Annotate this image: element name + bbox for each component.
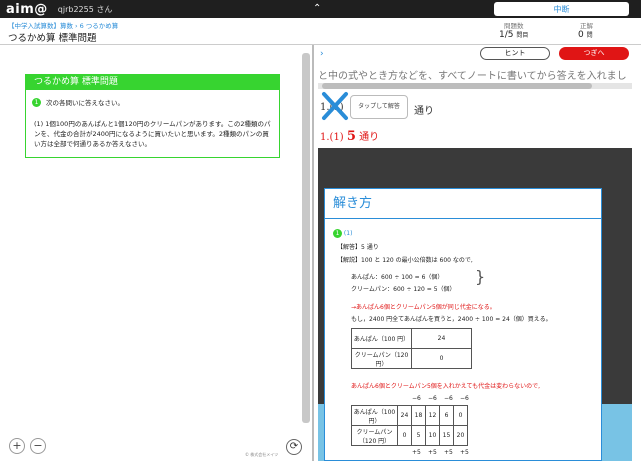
solution-table-1: あんぱん（100 円） 24 クリームパン（120 円） 0	[351, 328, 472, 369]
page-title: つるかめ算 標準問題	[8, 33, 97, 44]
pause-button[interactable]: 中断	[494, 2, 629, 16]
solution-table-2: あんぱん（100 円） 24 18 12 6 0 クリームパン（120 円） 0…	[351, 405, 468, 446]
copyright-text: © 株式会社メイツ	[245, 452, 279, 457]
minus-label: −6	[428, 395, 437, 402]
page-header: 【中学入試算数】算数 › 6 つるかめ算 つるかめ算 標準問題 問題数 1/5 問目…	[0, 18, 641, 45]
zoom-out-button[interactable]: −	[30, 438, 46, 454]
chevron-right-icon: ›	[75, 22, 78, 30]
breadcrumb-link-subject[interactable]: 【中学入試算数】算数	[8, 22, 73, 30]
solution-answer: 【解答】5 通り	[337, 244, 379, 251]
question-count-label: 問題数	[504, 22, 524, 30]
question-instruction-text: 次の各問いに答えなさい。	[46, 99, 124, 107]
calc-anpan: あんぱん：600 ÷ 100 = 6（個）	[351, 274, 444, 281]
question-card: つるかめ算 標準問題 1 次の各問いに答えなさい。 (1) 1個100円のあんぱ…	[25, 74, 280, 158]
plus-label: +5	[444, 449, 453, 456]
solution-number: 1 (1)	[333, 229, 352, 238]
correct-count-label: 正解	[580, 22, 593, 30]
breadcrumb: 【中学入試算数】算数 › 6 つるかめ算	[8, 20, 118, 30]
solution-line2: もし，2400 円全てあんぱんを買うと，2400 ÷ 100 = 24（個）買え…	[351, 316, 552, 323]
question-count-value: 1/5 問目	[499, 30, 529, 40]
app-logo: aim@	[6, 1, 48, 17]
minus-label: −6	[460, 395, 469, 402]
hint-button[interactable]: ヒント	[480, 47, 550, 60]
solution-note-red-2: あんぱん6個とクリームパン5個を入れかえても代金は変わらないので,	[351, 383, 541, 390]
correct-answer: 1.(1) 5 通り	[320, 129, 380, 144]
unit-label: 通り	[414, 106, 434, 117]
plus-label: +5	[460, 449, 469, 456]
user-name: qjrb2255 さん	[57, 4, 113, 14]
solution-title: 解き方	[325, 189, 601, 219]
solution-note-red: →あんぱん6個とクリームパン5個が同じ代金になる。	[351, 304, 496, 311]
chevron-up-icon[interactable]: ⌃	[313, 3, 321, 14]
minus-label: −6	[444, 395, 453, 402]
minus-label: −6	[412, 395, 421, 402]
breadcrumb-link-unit[interactable]: 6 つるかめ算	[80, 22, 119, 30]
reload-icon[interactable]: ⟳	[286, 439, 302, 455]
left-scrollbar[interactable]	[302, 53, 310, 423]
chevron-right-icon[interactable]: ›	[320, 49, 324, 59]
top-bar: aim@ qjrb2255 さん ⌃ 中断	[0, 0, 641, 18]
question-instruction: 1 次の各問いに答えなさい。	[32, 97, 124, 107]
scrollbar-thumb[interactable]	[322, 83, 592, 89]
correct-count-value: 0 問	[578, 30, 593, 40]
solution-card: 解き方 1 (1) 【解答】5 通り 【解説】100 と 120 の最小公倍数は…	[324, 188, 602, 461]
question-body: (1) 1個100円のあんぱんと1個120円のクリームパンがあります。この2種類…	[34, 120, 271, 148]
horizontal-scrollbar[interactable]	[318, 83, 632, 89]
question-number-badge: 1	[32, 97, 41, 107]
tap-to-answer-button[interactable]: タップして解答	[350, 95, 408, 119]
incorrect-x-icon	[322, 92, 348, 120]
question-card-title: つるかめ算 標準問題	[26, 75, 279, 90]
zoom-in-button[interactable]: +	[9, 438, 25, 454]
calc-cream: クリームパン：600 ÷ 120 = 5（個）	[351, 286, 456, 293]
plus-label: +5	[412, 449, 421, 456]
instruction-text: と中の式やとき方などを、すべてノートに書いてから答えを入れまし	[318, 71, 627, 82]
brace-icon: }	[475, 267, 486, 286]
plus-label: +5	[428, 449, 437, 456]
next-button[interactable]: つぎへ	[559, 47, 629, 60]
solution-explanation: 【解説】100 と 120 の最小公倍数は 600 なので,	[337, 257, 473, 264]
answer-pane: › ヒント つぎへ と中の式やとき方などを、すべてノートに書いてから答えを入れま…	[314, 45, 641, 461]
